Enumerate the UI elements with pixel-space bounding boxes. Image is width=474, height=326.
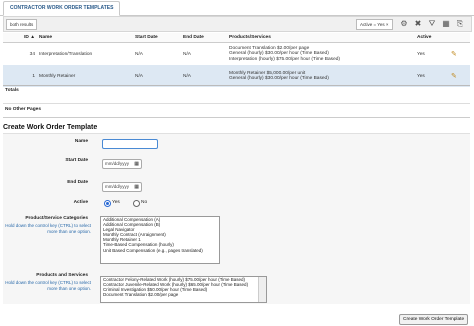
close-icon[interactable]: × <box>386 22 389 27</box>
create-template-button[interactable]: Create Work Order Template <box>399 314 469 325</box>
active-yes-label: Yes <box>112 200 120 205</box>
tab-bar: CONTRACTOR WORK ORDER TEMPLATES <box>0 0 474 16</box>
end-date-label: End Date <box>67 180 88 185</box>
cell-actions: ✎ <box>449 65 470 87</box>
edit-pencil-icon[interactable]: ✎ <box>451 73 457 80</box>
name-input[interactable] <box>102 139 158 149</box>
active-label: Active <box>73 200 88 205</box>
products-select[interactable]: Contractor Felony-Related Work (hourly) … <box>100 276 267 303</box>
categories-label: Product/Service Categories <box>25 216 88 221</box>
end-date-placeholder: mm/dd/yyyy <box>105 184 130 189</box>
pagination-text: No Other Pages <box>5 107 41 112</box>
active-no-label: No <box>141 200 148 205</box>
tab-contractor-work-order-templates[interactable]: CONTRACTOR WORK ORDER TEMPLATES <box>3 1 121 16</box>
cell-name: Monthly Retainer <box>37 65 133 87</box>
results-count-button[interactable]: both results <box>6 19 38 30</box>
grid-toolbar: both results Active = Yes × ⚙ ✖ ⛛ ▦ ⎘ <box>3 16 472 32</box>
divider <box>3 117 470 118</box>
column-start-date[interactable]: Start Date <box>133 33 181 43</box>
cell-start-date: N/A <box>133 42 181 65</box>
gear-icon[interactable]: ⚙ <box>399 19 409 29</box>
form-title: Create Work Order Template <box>3 124 98 131</box>
cell-actions: ✎ <box>449 42 470 65</box>
column-end-date[interactable]: End Date <box>181 33 227 43</box>
start-date-placeholder: mm/dd/yyyy <box>105 161 130 166</box>
cell-name: Interpretation/Translation <box>37 42 133 65</box>
active-no-radio[interactable] <box>133 200 140 207</box>
cell-products: Document Translation $2.00/per page Gene… <box>227 42 415 65</box>
columns-icon[interactable]: ▦ <box>441 19 451 29</box>
end-date-input[interactable]: mm/dd/yyyy ▦ <box>102 182 142 192</box>
sort-asc-icon: ▲ <box>30 35 35 40</box>
export-icon[interactable]: ⎘ <box>455 19 465 29</box>
column-actions <box>449 33 470 43</box>
cell-id: 34 <box>3 42 37 65</box>
categories-select[interactable]: Additional Compensation (A) Additional C… <box>100 216 220 264</box>
product-link[interactable]: Interpretation (hourly) $75.00/per hour … <box>229 57 413 63</box>
cell-active: Yes <box>415 42 449 65</box>
table-row[interactable]: 1 Monthly Retainer N/A N/A Monthly Retai… <box>3 65 470 87</box>
cell-active: Yes <box>415 65 449 87</box>
products-label: Products and Services <box>36 273 88 278</box>
filter-icon[interactable]: ⛛ <box>427 19 437 29</box>
categories-hint: Hold down the control key (CTRL) to sele… <box>5 223 91 234</box>
delete-icon[interactable]: ✖ <box>413 19 423 29</box>
active-yes-radio[interactable] <box>104 200 111 207</box>
templates-table: ID ▲ Name Start Date End Date Products/S… <box>3 33 470 87</box>
cell-start-date: N/A <box>133 65 181 87</box>
totals-row: Totals <box>3 85 470 104</box>
product-link[interactable]: General (hourly) $30.00/per hour (Time B… <box>229 76 413 82</box>
start-date-input[interactable]: mm/dd/yyyy ▦ <box>102 159 142 169</box>
name-label: Name <box>74 139 88 144</box>
start-date-label: Start Date <box>65 158 88 163</box>
products-hint: Hold down the control key (CTRL) to sele… <box>5 280 91 291</box>
cell-end-date: N/A <box>181 42 227 65</box>
filter-chip-label: Active = Yes <box>360 22 385 27</box>
cell-end-date: N/A <box>181 65 227 87</box>
products-option[interactable]: Document Translation $2.00/per page <box>101 292 266 297</box>
calendar-icon[interactable]: ▦ <box>134 183 139 191</box>
column-active[interactable]: Active <box>415 33 449 43</box>
active-filter-chip[interactable]: Active = Yes × <box>356 19 393 30</box>
column-products[interactable]: Products/Services <box>227 33 415 43</box>
table-header-row: ID ▲ Name Start Date End Date Products/S… <box>3 33 470 43</box>
products-scrollbar[interactable] <box>258 277 266 302</box>
cell-products: Monthly Retainer $5,000.00/per unit Gene… <box>227 65 415 87</box>
calendar-icon[interactable]: ▦ <box>134 160 139 168</box>
column-id[interactable]: ID ▲ <box>3 33 37 43</box>
column-name[interactable]: Name <box>37 33 133 43</box>
totals-label: Totals <box>5 88 19 93</box>
cell-id: 1 <box>3 65 37 87</box>
categories-option[interactable]: Unit Based Compensation (e.g., pages tra… <box>101 248 219 253</box>
table-row[interactable]: 34 Interpretation/Translation N/A N/A Do… <box>3 42 470 65</box>
edit-pencil-icon[interactable]: ✎ <box>451 51 457 58</box>
